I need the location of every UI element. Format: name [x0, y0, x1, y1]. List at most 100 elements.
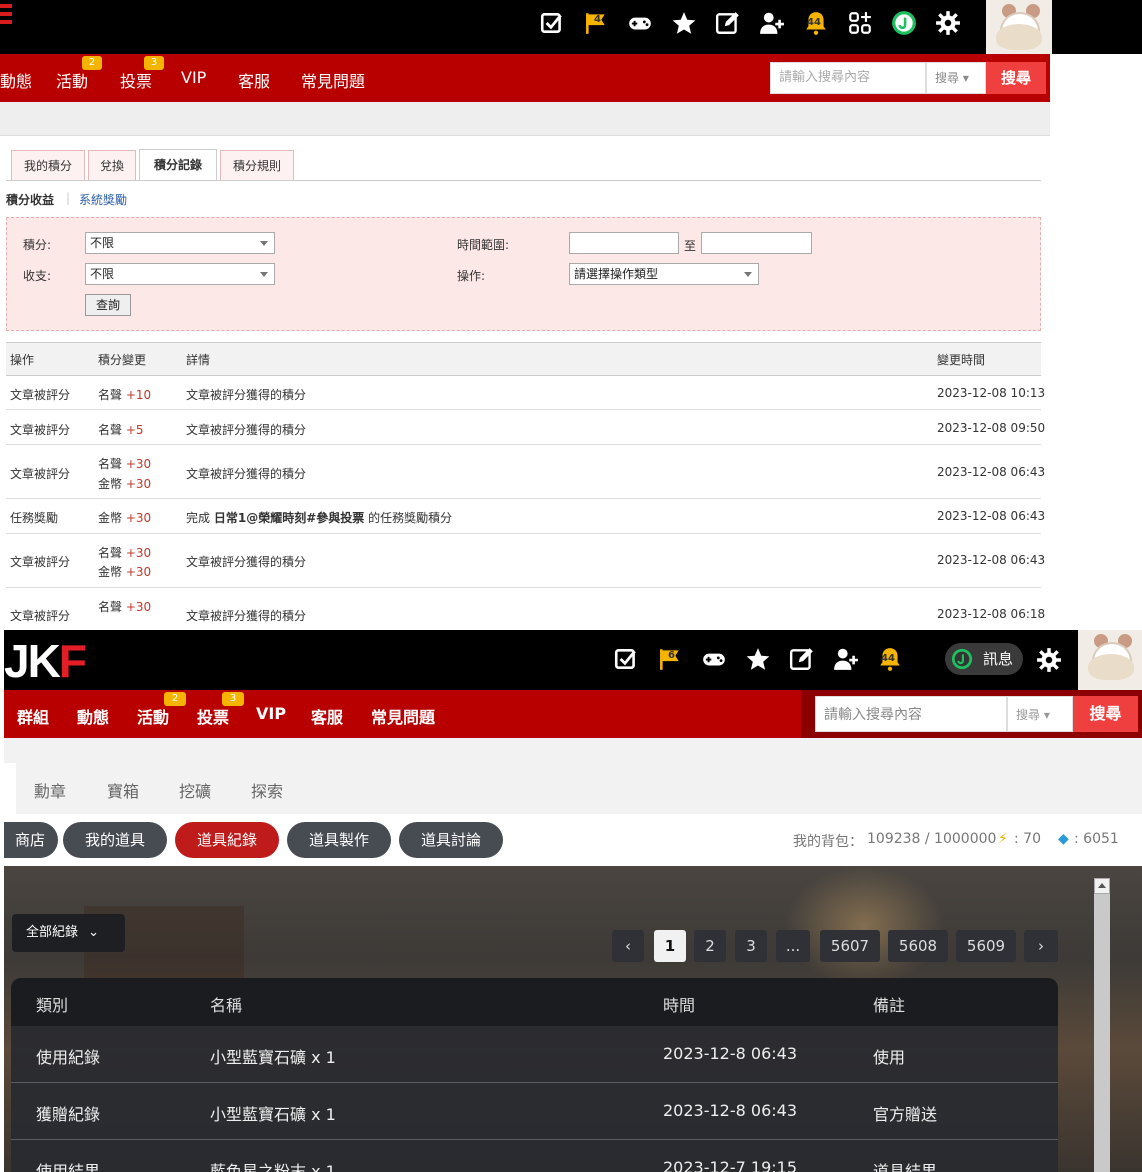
- bell-icon[interactable]: 44: [873, 642, 907, 676]
- page-5608[interactable]: 5608: [888, 930, 948, 962]
- row-note: 使用: [873, 1048, 906, 1067]
- star-icon[interactable]: [667, 6, 701, 40]
- tab-medals[interactable]: 勳章: [34, 778, 66, 802]
- bell-badge: 44: [807, 17, 821, 28]
- pill-shop[interactable]: 商店: [4, 822, 58, 858]
- edit-icon[interactable]: [785, 642, 819, 676]
- energy-value: : 70: [1014, 831, 1041, 847]
- checkbox-icon[interactable]: [609, 642, 643, 676]
- tab-explore[interactable]: 探索: [251, 778, 283, 802]
- inout-select[interactable]: 不限: [85, 263, 275, 285]
- page-3[interactable]: 3: [735, 930, 767, 962]
- nav-vote[interactable]: 投票: [197, 704, 229, 728]
- tab-points-rules[interactable]: 積分規則: [220, 150, 294, 180]
- settings-gear-icon[interactable]: [1032, 643, 1066, 677]
- change-key: 名聲: [98, 600, 123, 614]
- task-link[interactable]: 日常1@榮耀時刻#參與投票: [214, 511, 364, 525]
- nav-activity[interactable]: 活動: [137, 704, 169, 728]
- record-filter-dropdown[interactable]: 全部紀錄 ⌄: [12, 914, 125, 952]
- tab-exchange[interactable]: 兌換: [88, 150, 136, 180]
- apps-icon[interactable]: [843, 6, 877, 40]
- item-record-page: JKF 6 44 訊息 群組 動態 活動 2 投票 3 VIP 客服 常見問題 …: [4, 630, 1142, 1172]
- pill-item-craft[interactable]: 道具製作: [287, 822, 391, 858]
- page-1[interactable]: 1: [654, 930, 686, 962]
- search-input[interactable]: 請輸入搜尋內容: [815, 696, 1007, 732]
- search-button[interactable]: 搜尋: [1073, 696, 1138, 732]
- nav-support[interactable]: 客服: [311, 704, 343, 728]
- prev-page-button[interactable]: ‹: [612, 930, 644, 962]
- top-icon-group: 6 44: [604, 642, 912, 676]
- tab-points-record[interactable]: 積分記錄: [139, 149, 217, 181]
- nav-vip[interactable]: VIP: [181, 68, 206, 87]
- search-input[interactable]: 請輸入搜尋內容: [770, 62, 926, 94]
- nav-faq[interactable]: 常見問題: [301, 68, 365, 92]
- sublink-points-income[interactable]: 積分收益: [6, 191, 54, 208]
- nav-dynamics[interactable]: 動態: [77, 704, 109, 728]
- operation-label: 操作:: [457, 269, 486, 283]
- row-operation: 任務獎勵: [10, 511, 59, 525]
- page-2[interactable]: 2: [694, 930, 726, 962]
- activity-badge: 2: [82, 56, 102, 70]
- nav-vote[interactable]: 投票: [120, 68, 152, 92]
- pill-item-record[interactable]: 道具紀錄: [175, 822, 279, 858]
- jkf-logo[interactable]: JKF: [4, 635, 87, 687]
- time-end-input[interactable]: [701, 232, 812, 254]
- menu-icon[interactable]: [0, 4, 12, 26]
- checkbox-icon[interactable]: [535, 6, 569, 40]
- table-row: [6, 410, 1041, 445]
- tab-treasure[interactable]: 寶箱: [107, 778, 139, 802]
- logo-text-main: JK: [4, 635, 61, 687]
- nav-vip[interactable]: VIP: [256, 704, 286, 723]
- avatar[interactable]: [1078, 630, 1142, 690]
- row-name: 小型藍寶石礦 x 1: [210, 1105, 336, 1124]
- row-time: 2023-12-7 19:15: [663, 1158, 797, 1172]
- nav-groups[interactable]: 群組: [17, 704, 49, 728]
- top-icon-group: 4 44: [530, 6, 970, 40]
- search-type-select[interactable]: 搜尋 ▾: [926, 62, 986, 94]
- next-page-button[interactable]: ›: [1024, 930, 1058, 962]
- gamepad-icon[interactable]: [623, 6, 657, 40]
- points-select[interactable]: 不限: [85, 232, 275, 254]
- add-user-icon[interactable]: [829, 642, 863, 676]
- scrollbar[interactable]: [1094, 878, 1110, 1172]
- query-button[interactable]: 查詢: [85, 294, 131, 316]
- tab-mining[interactable]: 挖礦: [179, 778, 211, 802]
- time-start-input[interactable]: [569, 232, 679, 254]
- search-button[interactable]: 搜尋: [986, 62, 1046, 94]
- sublink-separator: |: [66, 191, 71, 205]
- tab-my-points[interactable]: 我的積分: [11, 150, 85, 180]
- row-change: 名聲 +30: [98, 544, 151, 561]
- operation-select[interactable]: 請選擇操作類型: [569, 263, 759, 285]
- nav-dynamics[interactable]: 動態: [0, 68, 32, 92]
- table-row: 獲贈紀錄 小型藍寶石礦 x 1 2023-12-8 06:43 官方贈送: [11, 1083, 1058, 1140]
- pill-item-discuss[interactable]: 道具討論: [399, 822, 503, 858]
- edit-icon[interactable]: [711, 6, 745, 40]
- sublink-system-reward[interactable]: 系統獎勵: [79, 191, 127, 208]
- row-change: 名聲 +30: [98, 598, 151, 615]
- bell-icon[interactable]: 44: [799, 6, 833, 40]
- search-type-select[interactable]: 搜尋 ▾: [1007, 696, 1073, 732]
- col-note: 備註: [873, 996, 906, 1015]
- flag-icon[interactable]: 6: [653, 642, 687, 676]
- message-button[interactable]: 訊息: [945, 643, 1024, 675]
- avatar[interactable]: [986, 0, 1052, 54]
- page-5609[interactable]: 5609: [956, 930, 1016, 962]
- bag-label: 我的背包：: [793, 834, 863, 850]
- scroll-up-arrow[interactable]: [1094, 878, 1110, 894]
- add-user-icon[interactable]: [755, 6, 789, 40]
- j-coin-icon[interactable]: [887, 6, 921, 40]
- pill-my-items[interactable]: 我的道具: [63, 822, 167, 858]
- settings-gear-icon[interactable]: [931, 6, 965, 40]
- nav-support[interactable]: 客服: [238, 68, 270, 92]
- row-change: 金幣 +30: [98, 475, 151, 492]
- page-5607[interactable]: 5607: [820, 930, 880, 962]
- gamepad-icon[interactable]: [697, 642, 731, 676]
- chevron-down-icon: ▾: [962, 71, 969, 85]
- chevron-down-icon: ▾: [1043, 708, 1050, 722]
- col-time: 時間: [663, 996, 696, 1015]
- nav-activity[interactable]: 活動: [56, 68, 88, 92]
- row-operation: 文章被評分: [10, 555, 71, 569]
- star-icon[interactable]: [741, 642, 775, 676]
- nav-faq[interactable]: 常見問題: [371, 704, 435, 728]
- flag-icon[interactable]: 4: [579, 6, 613, 40]
